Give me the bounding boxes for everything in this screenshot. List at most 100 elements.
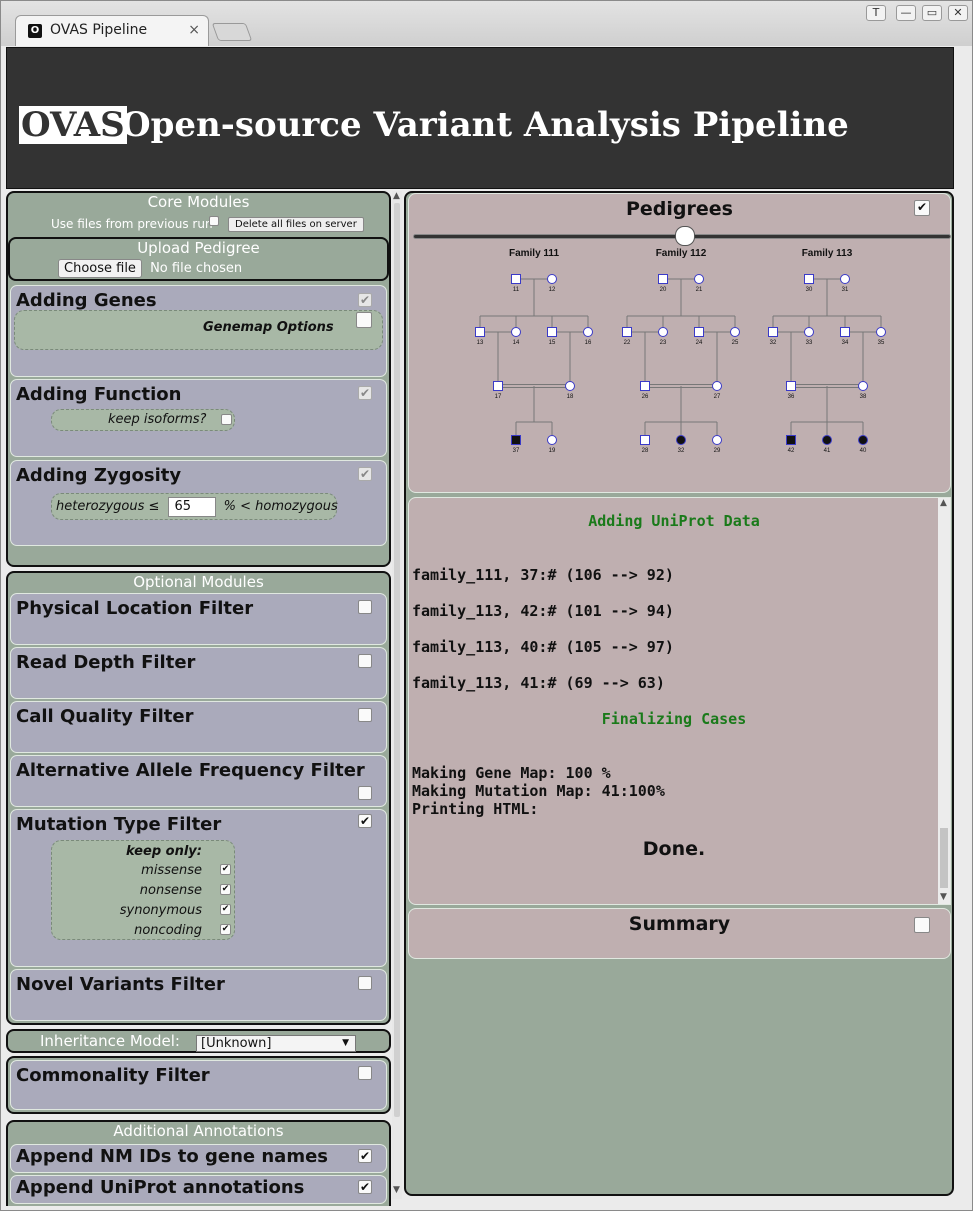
additional-annotations-section: Additional Annotations Append NM IDs to … (6, 1120, 391, 1206)
choose-file-button[interactable]: Choose file (58, 259, 142, 278)
log-scrollbar[interactable]: ▲ ▼ (938, 498, 950, 904)
nm-ids-checkbox[interactable]: ✔ (358, 1149, 372, 1163)
new-tab-button[interactable] (211, 23, 253, 41)
novel-variants-checkbox[interactable] (358, 976, 372, 990)
pedigree-id: 28 (642, 448, 649, 454)
pedigree-female (676, 435, 686, 445)
translate-icon[interactable]: T (866, 5, 886, 21)
pedigree-male (804, 274, 814, 284)
pedigree-id: 20 (660, 287, 667, 293)
scroll-up-arrow-icon[interactable]: ▲ (393, 191, 400, 201)
summary-panel: Summary (408, 908, 951, 959)
family-label: Family 113 (802, 248, 853, 259)
genemap-options-box: Genemap Options (14, 310, 383, 350)
results-panel: Pedigrees ✔ Family 111 11 12 13 14 15 16 17 18 37… (404, 191, 954, 1196)
no-file-chosen-label: No file chosen (150, 261, 243, 276)
upload-pedigree-title: Upload Pedigree (137, 239, 260, 257)
pedigree-female (712, 435, 722, 445)
pedigree-id: 40 (860, 448, 867, 454)
uniprot-title: Append UniProt annotations (16, 1177, 305, 1198)
nm-ids-module: Append NM IDs to gene names ✔ (10, 1144, 387, 1173)
pedigrees-checkbox[interactable]: ✔ (914, 200, 930, 216)
genemap-options-checkbox[interactable] (356, 312, 372, 328)
use-previous-files-checkbox[interactable] (209, 216, 219, 226)
upload-pedigree-section: Upload Pedigree Choose file No file chos… (8, 237, 389, 281)
keep-isoforms-checkbox[interactable] (221, 414, 232, 425)
pedigree-male (640, 435, 650, 445)
summary-checkbox[interactable] (914, 917, 930, 933)
uniprot-checkbox[interactable]: ✔ (358, 1180, 372, 1194)
adding-function-title: Adding Function (16, 384, 182, 405)
page-title: Open-source Variant Analysis Pipeline (121, 105, 849, 145)
minimize-button[interactable]: — (896, 5, 916, 21)
read-depth-checkbox[interactable] (358, 654, 372, 668)
additional-annotations-title: Additional Annotations (113, 1122, 284, 1140)
tab-bar: O OVAS Pipeline × T — ▭ ✕ (1, 1, 972, 46)
pedigree-male (511, 435, 521, 445)
inheritance-model-select[interactable]: [Unknown] ▼ (196, 1035, 356, 1052)
pedigree-male (622, 327, 632, 337)
log-scrollbar-thumb[interactable] (940, 828, 948, 888)
pedigree-id: 17 (495, 394, 502, 400)
read-depth-title: Read Depth Filter (16, 652, 196, 673)
file-input[interactable]: Choose file No file chosen (58, 259, 242, 278)
close-window-button[interactable]: ✕ (948, 5, 968, 21)
adding-genes-title: Adding Genes (16, 290, 157, 311)
nm-ids-title: Append NM IDs to gene names (16, 1146, 328, 1167)
delete-files-button[interactable]: Delete all files on server (228, 217, 364, 232)
pedigree-male (493, 381, 503, 391)
pedigrees-title: Pedigrees (626, 198, 733, 220)
noncoding-checkbox[interactable]: ✔ (220, 924, 231, 935)
pedigree-male (786, 435, 796, 445)
left-scrollbar-thumb[interactable] (394, 203, 400, 1117)
missense-checkbox[interactable]: ✔ (220, 864, 231, 875)
pedigree-id: 14 (513, 340, 520, 346)
pedigree-id: 24 (696, 340, 703, 346)
call-quality-checkbox[interactable] (358, 708, 372, 722)
keep-isoforms-label: keep isoforms? (108, 412, 207, 427)
commonality-checkbox[interactable] (358, 1066, 372, 1080)
pedigrees-panel: Pedigrees ✔ Family 111 11 12 13 14 15 16 17 18 37… (408, 193, 951, 493)
alt-allele-module: Alternative Allele Frequency Filter (10, 755, 387, 807)
tab-ovas-pipeline[interactable]: O OVAS Pipeline × (15, 15, 209, 46)
mutation-type-checkbox[interactable]: ✔ (358, 814, 372, 828)
scroll-up-arrow-icon[interactable]: ▲ (940, 498, 947, 508)
chevron-down-icon: ▼ (342, 1038, 349, 1048)
page-header: OVAS Open-source Variant Analysis Pipeli… (6, 47, 954, 189)
pedigree-id: 16 (585, 340, 592, 346)
pedigree-slider[interactable] (413, 226, 951, 246)
alt-allele-checkbox[interactable] (358, 786, 372, 800)
missense-label: missense (141, 863, 202, 878)
close-tab-icon[interactable]: × (188, 22, 200, 38)
pedigree-male (786, 381, 796, 391)
pedigree-slider-handle[interactable] (675, 226, 695, 246)
adding-zygosity-title: Adding Zygosity (16, 465, 182, 486)
left-scrollbar[interactable]: ▲ ▼ (392, 191, 402, 1199)
scroll-down-arrow-icon[interactable]: ▼ (393, 1185, 400, 1195)
synonymous-checkbox[interactable]: ✔ (220, 904, 231, 915)
physical-location-checkbox[interactable] (358, 600, 372, 614)
pedigree-male (547, 327, 557, 337)
pedigree-male (640, 381, 650, 391)
alt-allele-title: Alternative Allele Frequency Filter (16, 760, 365, 781)
novel-variants-title: Novel Variants Filter (16, 974, 225, 995)
pedigree-id: 31 (842, 287, 849, 293)
commonality-module: Commonality Filter (10, 1060, 387, 1110)
nonsense-checkbox[interactable]: ✔ (220, 884, 231, 895)
maximize-button[interactable]: ▭ (922, 5, 942, 21)
zygosity-threshold-input[interactable]: 65 (167, 497, 216, 517)
pedigree-female (565, 381, 575, 391)
pedigree-female (822, 435, 832, 445)
pedigree-id: 32 (678, 448, 685, 454)
pedigree-id: 18 (567, 394, 574, 400)
inheritance-label: Inheritance Model: (40, 1032, 180, 1050)
pedigree-female (511, 327, 521, 337)
pedigree-female (712, 381, 722, 391)
log-heading-uniprot: Adding UniProt Data (588, 512, 760, 530)
heterozygous-label: heterozygous ≤ (56, 499, 160, 514)
scroll-down-arrow-icon[interactable]: ▼ (940, 892, 947, 902)
pedigree-id: 35 (878, 340, 885, 346)
pedigree-male (694, 327, 704, 337)
commonality-section: Commonality Filter (6, 1056, 391, 1114)
read-depth-module: Read Depth Filter (10, 647, 387, 699)
